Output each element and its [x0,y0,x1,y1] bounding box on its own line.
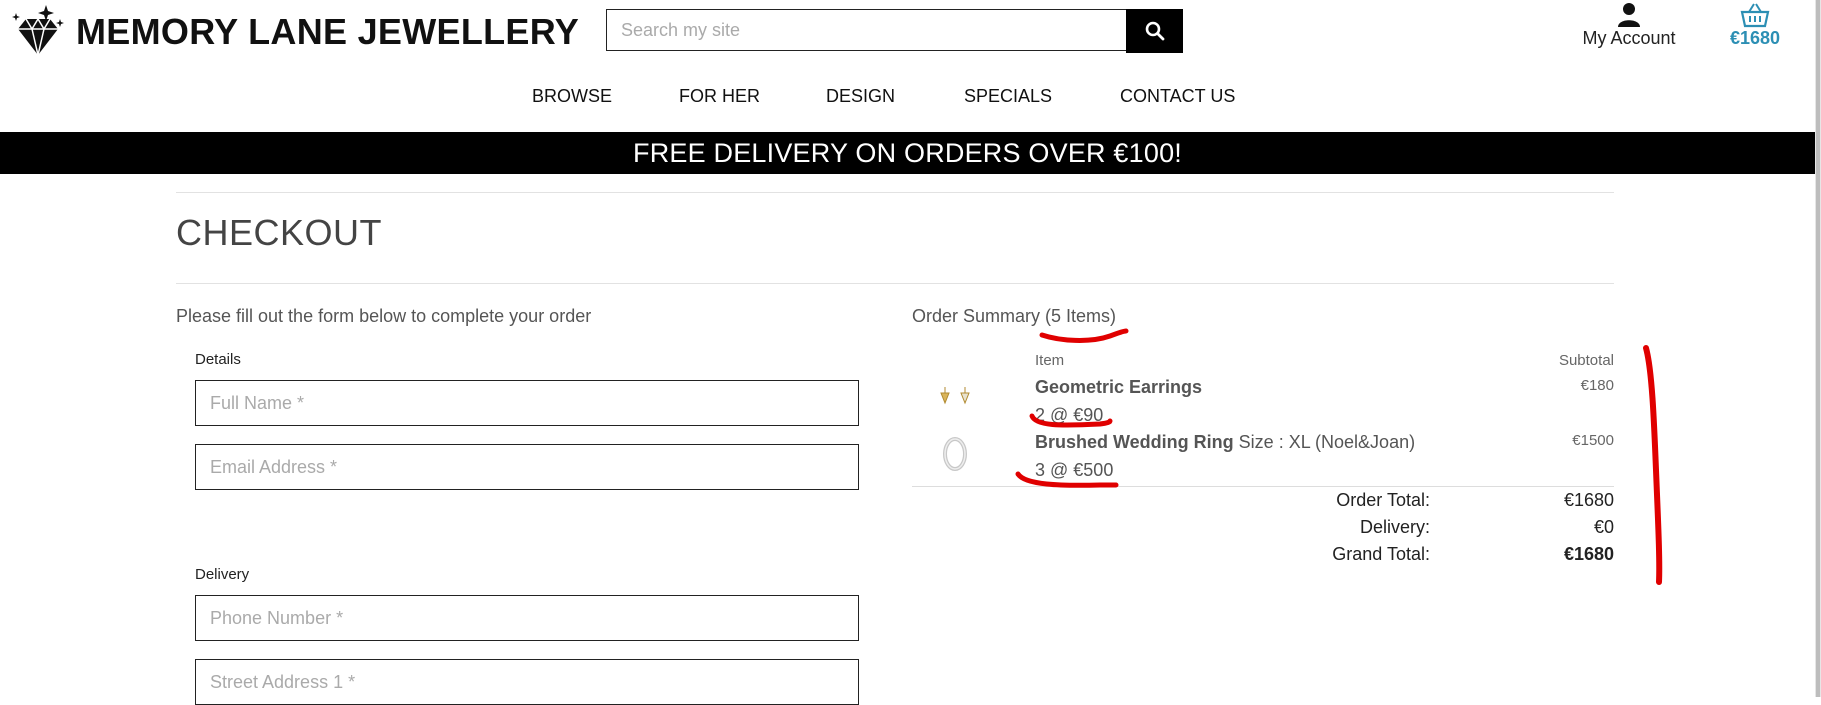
nav-contact-us[interactable]: CONTACT US [1120,86,1235,107]
nav-specials[interactable]: SPECIALS [964,86,1052,107]
product-title: Brushed Wedding Ring [1035,432,1234,452]
site-search [606,9,1184,53]
street-address-1-field[interactable] [195,659,859,705]
email-field[interactable] [195,444,859,490]
column-header-item: Item [1035,352,1065,369]
product-subtotal: €180 [1580,377,1614,394]
delivery-cost-value: €0 [1593,517,1614,537]
details-label: Details [195,351,241,368]
nav-browse[interactable]: BROWSE [532,86,612,107]
search-input[interactable] [606,9,1126,51]
product-meta: Size : XL (Noel&Joan) [1233,432,1416,452]
user-icon [1618,3,1640,27]
search-icon [1145,21,1164,41]
my-account-label: My Account [1582,28,1676,48]
product-quantity: 3 @ €500 [1035,460,1114,480]
my-account-link[interactable]: My Account [1570,0,1688,49]
basket-link[interactable]: €1680 [1720,0,1790,49]
product-title: Geometric Earrings [1035,377,1203,397]
product-name[interactable]: Geometric Earrings [1035,377,1202,398]
nav-for-her[interactable]: FOR HER [679,86,760,107]
diamond-logo-icon [12,5,64,56]
product-image-earrings [930,377,980,419]
basket-total: €1680 [1729,28,1781,48]
annotation-vertical-line [1643,345,1663,585]
annotation-underline-items-count [1039,328,1129,343]
checkout-intro: Please fill out the form below to comple… [176,306,592,326]
shopping-basket-icon [1740,3,1770,28]
divider [176,192,1614,193]
page-scrollbar[interactable] [1815,0,1821,697]
grand-total-value: €1680 [1563,544,1614,564]
nav-design[interactable]: DESIGN [826,86,895,107]
scrollbar-thumb[interactable] [1816,0,1820,697]
brand-logo-link[interactable]: MEMORY LANE JEWELLERY [10,2,579,62]
search-button[interactable] [1126,9,1183,53]
order-total-label: Order Total: [1336,490,1430,510]
brand-name: MEMORY LANE JEWELLERY [76,11,580,52]
column-header-subtotal: Subtotal [1558,352,1614,369]
summary-divider [912,486,1614,487]
phone-field[interactable] [195,595,859,641]
delivery-banner: FREE DELIVERY ON ORDERS OVER €100! [0,132,1815,174]
delivery-label: Delivery [195,566,250,583]
full-name-field[interactable] [195,380,859,426]
grand-total-label: Grand Total: [1332,544,1430,564]
order-total-value: €1680 [1563,490,1614,510]
product-subtotal: €1500 [1572,432,1614,449]
product-image-ring [930,433,980,475]
main-nav: BROWSE FOR HER DESIGN SPECIALS CONTACT U… [0,86,1821,112]
delivery-cost-label: Delivery: [1359,517,1430,537]
product-name[interactable]: Brushed Wedding Ring Size : XL (Noel&Joa… [1035,432,1415,453]
page-title: CHECKOUT [176,212,383,253]
divider [176,283,1614,284]
product-quantity: 2 @ €90 [1035,405,1104,425]
order-summary-title: Order Summary (5 Items) [912,306,1117,326]
